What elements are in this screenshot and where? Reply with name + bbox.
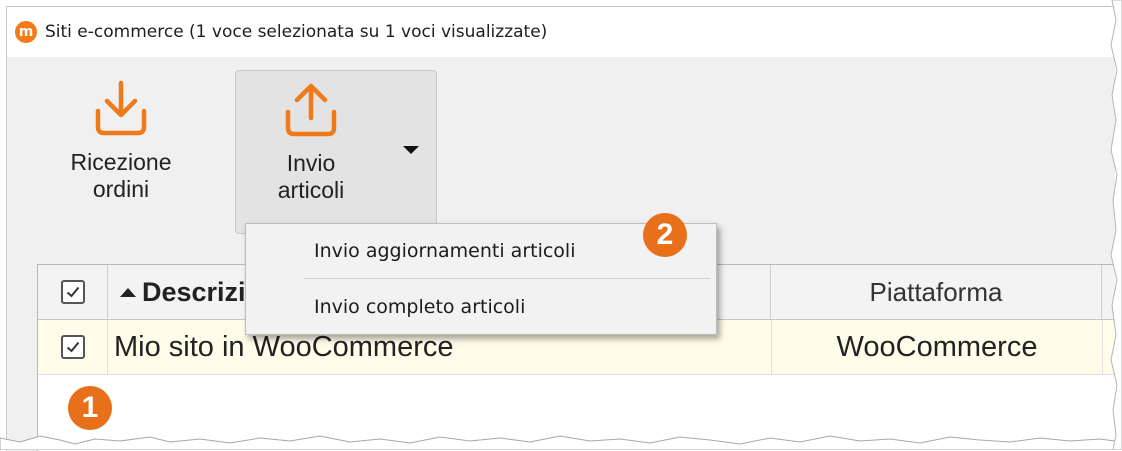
send-articles-button[interactable]: Invio articoli [236,80,386,204]
upload-icon [285,83,337,137]
app-logo-icon: m [15,21,37,43]
row-platform: WooCommerce [771,320,1103,374]
send-articles-split-button[interactable]: Invio articoli [235,70,437,234]
checkmark-icon [66,341,79,353]
checkmark-icon [66,286,79,298]
window-title: Siti e-commerce (1 voce selezionata su 1… [45,22,548,42]
callout-badge-2: 2 [643,213,687,257]
download-icon [95,80,147,136]
dropdown-arrow-icon[interactable] [403,146,419,154]
torn-edge-right [1110,0,1122,450]
receive-orders-label-line2: ordini [92,176,150,202]
column-header-platform-label: Piattaforma [869,276,1003,307]
send-articles-label-line2: articoli [277,177,345,203]
menu-separator [304,278,710,279]
row-checkbox[interactable] [60,335,85,359]
title-bar: m Siti e-commerce (1 voce selezionata su… [7,7,1115,57]
receive-orders-label-line1: Ricezione [70,149,172,175]
ribbon-toolbar: Ricezione ordini Invio articoli [7,57,1115,243]
select-all-checkbox[interactable] [60,280,85,304]
menu-item-send-complete[interactable]: Invio completo articoli [246,282,716,332]
callout-badge-1: 1 [68,386,112,430]
row-select-cell[interactable] [38,320,108,374]
torn-edge-bottom [0,435,1122,450]
select-all-cell[interactable] [38,265,108,319]
column-header-platform[interactable]: Piattaforma [771,265,1102,319]
send-articles-label-line1: Invio [286,150,336,176]
receive-orders-button[interactable]: Ricezione ordini [53,79,189,203]
sort-ascending-icon [120,287,136,297]
